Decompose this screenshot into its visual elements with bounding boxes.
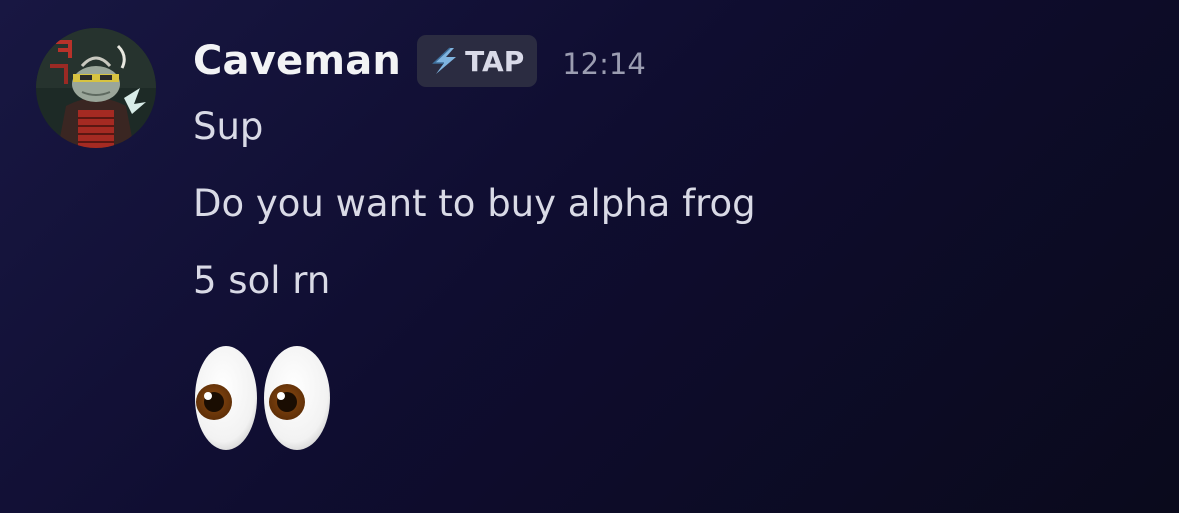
message-line: Sup	[193, 105, 264, 148]
lightning-bolt-icon	[428, 46, 462, 76]
user-avatar[interactable]	[36, 28, 156, 148]
server-tag-badge[interactable]: TAP	[417, 35, 538, 87]
message-timestamp[interactable]: 12:14	[562, 47, 646, 81]
username[interactable]: Caveman	[193, 38, 401, 84]
eyes-emoji-icon[interactable]	[192, 342, 336, 458]
frog-samurai-avatar-icon	[36, 28, 156, 148]
message-header: Caveman TAP 12:14	[193, 33, 646, 89]
message-line: Do you want to buy alpha frog	[193, 182, 756, 225]
message-line: 5 sol rn	[193, 259, 331, 302]
badge-label: TAP	[465, 44, 525, 78]
